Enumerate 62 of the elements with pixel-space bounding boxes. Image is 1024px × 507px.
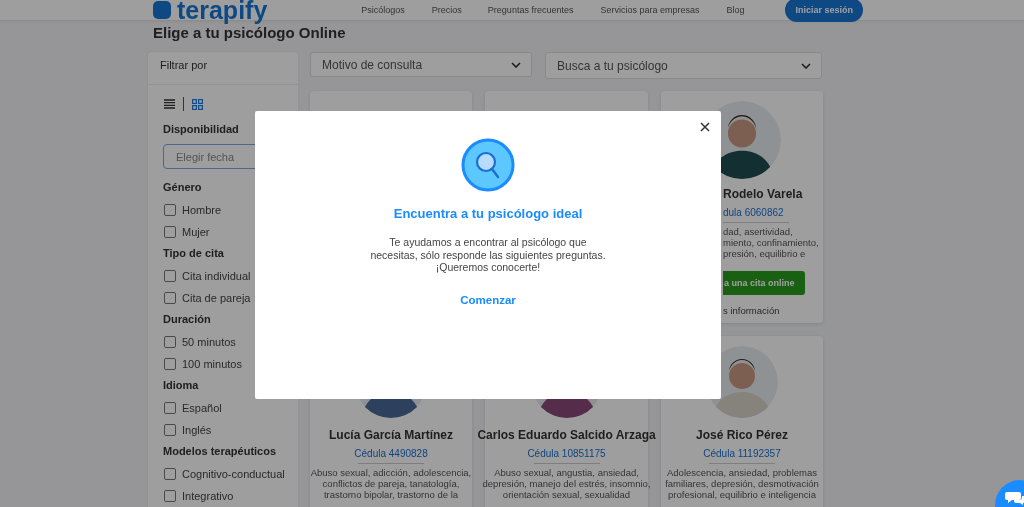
specialties-text: Abuso sexual, angustia, ansiedad, depresión, manejo del estrés, insomnio, orientación sexual, sexualidad [482,467,651,500]
page-title: Elige a tu psicólogo Online [153,24,347,42]
license-number: Cédula 11192357 [703,448,781,459]
chevron-down-icon [511,61,521,68]
checkbox-label[interactable]: 100 minutos [182,358,242,370]
list-view-icon[interactable] [164,99,175,109]
dropdown[interactable]: Motivo de consulta [310,52,532,77]
filter-heading: Disponibilidad [162,122,240,137]
modal-text: Te ayudamos a encontrar al psicólogo que necesitas, sólo responde las siguientes preguntas. ¡Queremos conocerte! [370,236,606,274]
nav-link[interactable]: Precios [431,5,462,15]
start-link[interactable]: Comenzar [460,293,516,306]
checkbox[interactable] [164,226,176,238]
dropdown[interactable]: Busca a tu psicólogo [545,52,822,79]
checkbox[interactable] [164,424,176,436]
logo-icon [153,1,171,19]
chevron-down-icon [801,62,811,69]
filter-heading: Tipo de cita [162,246,225,261]
checkbox-label[interactable]: Cognitivo-conductual [182,468,285,480]
psychologist-name: José Rico Pérez [695,428,788,442]
logo[interactable]: terapify [177,0,268,23]
license-number: Cédula 4490828 [354,448,428,459]
magnifier-icon [461,138,515,192]
chat-icon [1005,490,1024,506]
filter-heading: Duración [162,312,212,327]
checkbox[interactable] [164,292,176,304]
sidebar-title: Filtrar por [148,52,298,85]
grid-view-icon[interactable] [192,98,203,110]
nav-link[interactable]: Blog [726,5,745,15]
checkbox-label[interactable]: 50 minutos [182,336,236,348]
login-button[interactable]: Iniciar sesión [785,0,863,22]
checkbox-label[interactable]: Inglés [182,424,212,436]
checkbox-label[interactable]: Cita individual [182,270,251,282]
psychologist-name: Lucía García Martínez [328,428,453,442]
checkbox-label[interactable]: Hombre [182,204,222,216]
more-info-link[interactable]: s información [723,305,780,316]
specialties-text: Adolescencia, ansiedad, problemas familiares, depresión, desmotivación profesional, equilibrio e inteligencia [665,467,819,500]
checkbox[interactable] [164,490,176,502]
checkbox[interactable] [164,336,176,348]
checkbox-label[interactable]: Mujer [182,226,210,238]
checkbox[interactable] [164,358,176,370]
specialties-text: dad, asertividad, miento, confinamiento, presión, equilibrio e [723,226,819,259]
book-button[interactable]: a una cita online [723,271,805,295]
checkbox-label[interactable]: Integrativo [182,490,234,502]
psychologist-name: Rodelo Varela [723,187,803,201]
filter-heading: Modelos terapéuticos [162,444,278,459]
license-number: Cédula 10851175 [527,448,606,459]
license-number: dula 6060862 [723,207,784,218]
checkbox[interactable] [164,270,176,282]
close-button[interactable] [700,122,710,132]
filter-heading: Idioma [162,378,200,393]
modal-title: Encuentra a tu psicólogo ideal [393,206,583,221]
nav-link[interactable]: Psicólogos [361,5,405,15]
specialties-text: Abuso sexual, adicción, adolescencia, conflictos de pareja, tanatología, trastorno bipolar, trastorno de la [310,467,472,500]
checkbox[interactable] [164,204,176,216]
nav-link[interactable]: Servicios para empresas [600,5,700,15]
checkbox-label[interactable]: Cita de pareja [182,292,251,304]
checkbox-label[interactable]: Español [182,402,222,414]
checkbox[interactable] [164,468,176,480]
filter-heading: Género [162,180,203,195]
nav-link[interactable]: Preguntas frecuentes [487,5,574,15]
checkbox[interactable] [164,402,176,414]
psychologist-name: Carlos Eduardo Salcido Arzaga [477,428,656,442]
